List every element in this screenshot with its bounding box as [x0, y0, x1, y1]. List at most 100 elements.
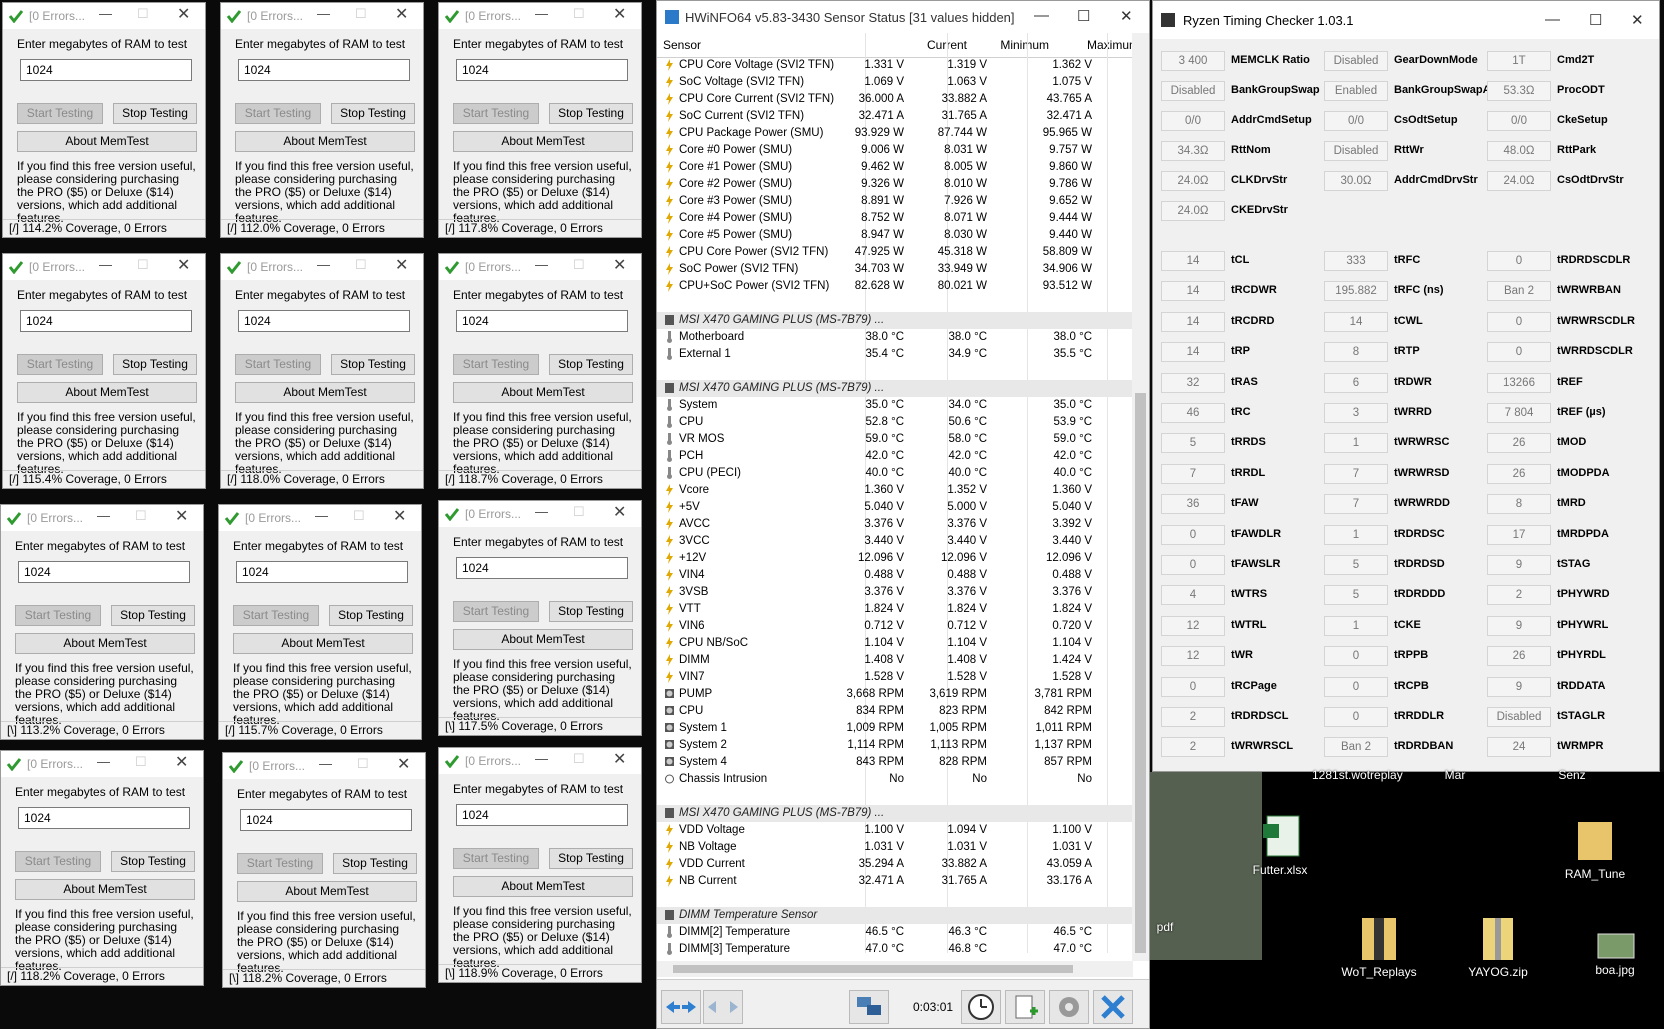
maximize-icon[interactable]: ☐	[355, 6, 367, 22]
collapse-arrows-icon[interactable]	[703, 990, 743, 1024]
minimize-icon[interactable]: —	[315, 508, 328, 523]
desktop-icon-wot-replays[interactable]: WoT_Replays	[1334, 916, 1424, 986]
sensor-row[interactable]: VTT 1.824 V 1.824 V 1.824 V	[657, 601, 1133, 618]
sensor-row[interactable]: Core #4 Power (SMU) 8.752 W 8.071 W 9.444 W	[657, 210, 1133, 227]
ram-amount-input[interactable]	[236, 561, 408, 583]
sensor-row[interactable]: System 4 843 RPM 828 RPM 857 RPM	[657, 754, 1133, 771]
close-icon[interactable]: ✕	[613, 255, 626, 275]
maximize-icon[interactable]: ☐	[1589, 11, 1602, 29]
sensor-row[interactable]: Core #3 Power (SMU) 8.891 W 7.926 W 9.652 W	[657, 193, 1133, 210]
minimize-icon[interactable]: —	[535, 257, 548, 272]
scrollbar-thumb[interactable]	[673, 965, 1073, 973]
ram-amount-input[interactable]	[238, 310, 410, 332]
sensor-row[interactable]: Motherboard 38.0 °C 38.0 °C 38.0 °C	[657, 329, 1133, 346]
ram-amount-input[interactable]	[456, 557, 628, 579]
maximize-icon[interactable]: ☐	[357, 756, 369, 772]
desktop-icon-boa[interactable]: boa.jpg	[1570, 932, 1660, 992]
about-memtest-button[interactable]: About MemTest	[235, 131, 415, 152]
maximize-icon[interactable]: ☐	[137, 257, 149, 273]
minimize-icon[interactable]: —	[99, 6, 112, 21]
close-icon[interactable]: ✕	[613, 4, 626, 24]
start-testing-button[interactable]: Start Testing	[453, 848, 539, 869]
memtest-titlebar[interactable]: [0 Errors... — ☐ ✕	[439, 254, 641, 280]
minimize-icon[interactable]: —	[1034, 7, 1049, 24]
desktop-icon-yayog[interactable]: YAYOG.zip	[1453, 916, 1543, 986]
close-sensors-icon[interactable]	[1093, 990, 1133, 1024]
about-memtest-button[interactable]: About MemTest	[453, 382, 633, 403]
sensor-row[interactable]: Chassis Intrusion No No No	[657, 771, 1133, 788]
sensor-row[interactable]: CPU Core Current (SVI2 TFN) 36.000 A 33.88…	[657, 91, 1133, 108]
sensor-row[interactable]: DIMM[2] Temperature 46.5 °C 46.3 °C 46.5 °C	[657, 924, 1133, 941]
sensor-row[interactable]: SoC Power (SVI2 TFN) 34.703 W 33.949 W 34.9…	[657, 261, 1133, 278]
memtest-titlebar[interactable]: [0 Errors... — ☐ ✕	[439, 501, 641, 527]
start-testing-button[interactable]: Start Testing	[453, 103, 539, 124]
maximize-icon[interactable]: ☐	[573, 504, 585, 520]
maximize-icon[interactable]: ☐	[1077, 7, 1090, 25]
close-icon[interactable]: ✕	[393, 506, 406, 526]
maximize-icon[interactable]: ☐	[353, 508, 365, 524]
sensor-row[interactable]: Core #1 Power (SMU) 9.462 W 8.005 W 9.860 W	[657, 159, 1133, 176]
close-icon[interactable]: ✕	[1631, 11, 1644, 29]
start-testing-button[interactable]: Start Testing	[17, 354, 103, 375]
stop-testing-button[interactable]: Stop Testing	[549, 601, 633, 622]
stop-testing-button[interactable]: Stop Testing	[111, 851, 195, 872]
sensor-row[interactable]: +12V 12.096 V 12.096 V 12.096 V	[657, 550, 1133, 567]
start-testing-button[interactable]: Start Testing	[453, 354, 539, 375]
start-testing-button[interactable]: Start Testing	[453, 601, 539, 622]
memtest-titlebar[interactable]: [0 Errors... — ☐ ✕	[1, 751, 203, 777]
rtc-titlebar[interactable]: Ryzen Timing Checker 1.03.1 — ☐ ✕	[1153, 1, 1659, 39]
sensor-row[interactable]: VDD Voltage 1.100 V 1.094 V 1.100 V	[657, 822, 1133, 839]
start-testing-button[interactable]: Start Testing	[17, 103, 103, 124]
column-sensor[interactable]: Sensor	[663, 38, 701, 52]
stop-testing-button[interactable]: Stop Testing	[549, 848, 633, 869]
stop-testing-button[interactable]: Stop Testing	[113, 103, 197, 124]
sensor-row[interactable]: 3VSB 3.376 V 3.376 V 3.376 V	[657, 584, 1133, 601]
ram-amount-input[interactable]	[240, 809, 412, 831]
about-memtest-button[interactable]: About MemTest	[453, 629, 633, 650]
start-testing-button[interactable]: Start Testing	[233, 605, 319, 626]
about-memtest-button[interactable]: About MemTest	[15, 879, 195, 900]
desktop-icon-futter[interactable]: Futter.xlsx	[1235, 814, 1325, 884]
desktop-icon-pdf[interactable]: pdf	[1120, 884, 1210, 944]
minimize-icon[interactable]: —	[317, 257, 330, 272]
maximize-icon[interactable]: ☐	[135, 508, 147, 524]
minimize-icon[interactable]: —	[1545, 11, 1560, 28]
stop-testing-button[interactable]: Stop Testing	[333, 853, 417, 874]
sensor-group-row[interactable]: DIMM Temperature Sensor	[657, 907, 1133, 924]
memtest-titlebar[interactable]: [0 Errors... — ☐ ✕	[3, 3, 205, 29]
network-icon[interactable]	[849, 990, 889, 1024]
ram-amount-input[interactable]	[456, 59, 628, 81]
scrollbar-thumb[interactable]	[1135, 393, 1146, 953]
stop-testing-button[interactable]: Stop Testing	[549, 354, 633, 375]
sensor-row[interactable]: DIMM 1.408 V 1.408 V 1.424 V	[657, 652, 1133, 669]
maximize-icon[interactable]: ☐	[355, 257, 367, 273]
sensor-row[interactable]: PUMP 3,668 RPM 3,619 RPM 3,781 RPM	[657, 686, 1133, 703]
maximize-icon[interactable]: ☐	[137, 6, 149, 22]
memtest-titlebar[interactable]: [0 Errors... — ☐ ✕	[221, 3, 423, 29]
close-icon[interactable]: ✕	[177, 255, 190, 275]
maximize-icon[interactable]: ☐	[573, 6, 585, 22]
sensor-row[interactable]: DIMM[3] Temperature 47.0 °C 46.8 °C 47.0 °C	[657, 941, 1133, 958]
sensor-row[interactable]: 3VCC 3.440 V 3.440 V 3.440 V	[657, 533, 1133, 550]
sensor-row[interactable]: External 1 35.4 °C 34.9 °C 35.5 °C	[657, 346, 1133, 363]
memtest-titlebar[interactable]: [0 Errors... — ☐ ✕	[1, 505, 203, 531]
sensor-row[interactable]: VIN6 0.712 V 0.712 V 0.720 V	[657, 618, 1133, 635]
about-memtest-button[interactable]: About MemTest	[233, 633, 413, 654]
sensor-row[interactable]: CPU+SoC Power (SVI2 TFN) 82.628 W 80.021 W…	[657, 278, 1133, 295]
sensor-row[interactable]: System 35.0 °C 34.0 °C 35.0 °C	[657, 397, 1133, 414]
close-icon[interactable]: ✕	[177, 4, 190, 24]
sensor-row[interactable]: NB Voltage 1.031 V 1.031 V 1.031 V	[657, 839, 1133, 856]
sensor-row[interactable]: VIN7 1.528 V 1.528 V 1.528 V	[657, 669, 1133, 686]
stop-testing-button[interactable]: Stop Testing	[113, 354, 197, 375]
add-report-icon[interactable]	[1005, 990, 1045, 1024]
memtest-titlebar[interactable]: [0 Errors... — ☐ ✕	[219, 505, 421, 531]
maximize-icon[interactable]: ☐	[573, 257, 585, 273]
column-maximum[interactable]: Maximum	[1057, 38, 1139, 52]
sensor-row[interactable]: VR MOS 59.0 °C 58.0 °C 59.0 °C	[657, 431, 1133, 448]
sensor-group-row[interactable]: MSI X470 GAMING PLUS (MS-7B79) ...	[657, 380, 1133, 397]
sensor-row[interactable]: CPU (PECI) 40.0 °C 40.0 °C 40.0 °C	[657, 465, 1133, 482]
close-icon[interactable]: ✕	[395, 4, 408, 24]
start-testing-button[interactable]: Start Testing	[235, 354, 321, 375]
sensor-row[interactable]: CPU NB/SoC 1.104 V 1.104 V 1.104 V	[657, 635, 1133, 652]
sensor-row[interactable]: PCH 42.0 °C 42.0 °C 42.0 °C	[657, 448, 1133, 465]
